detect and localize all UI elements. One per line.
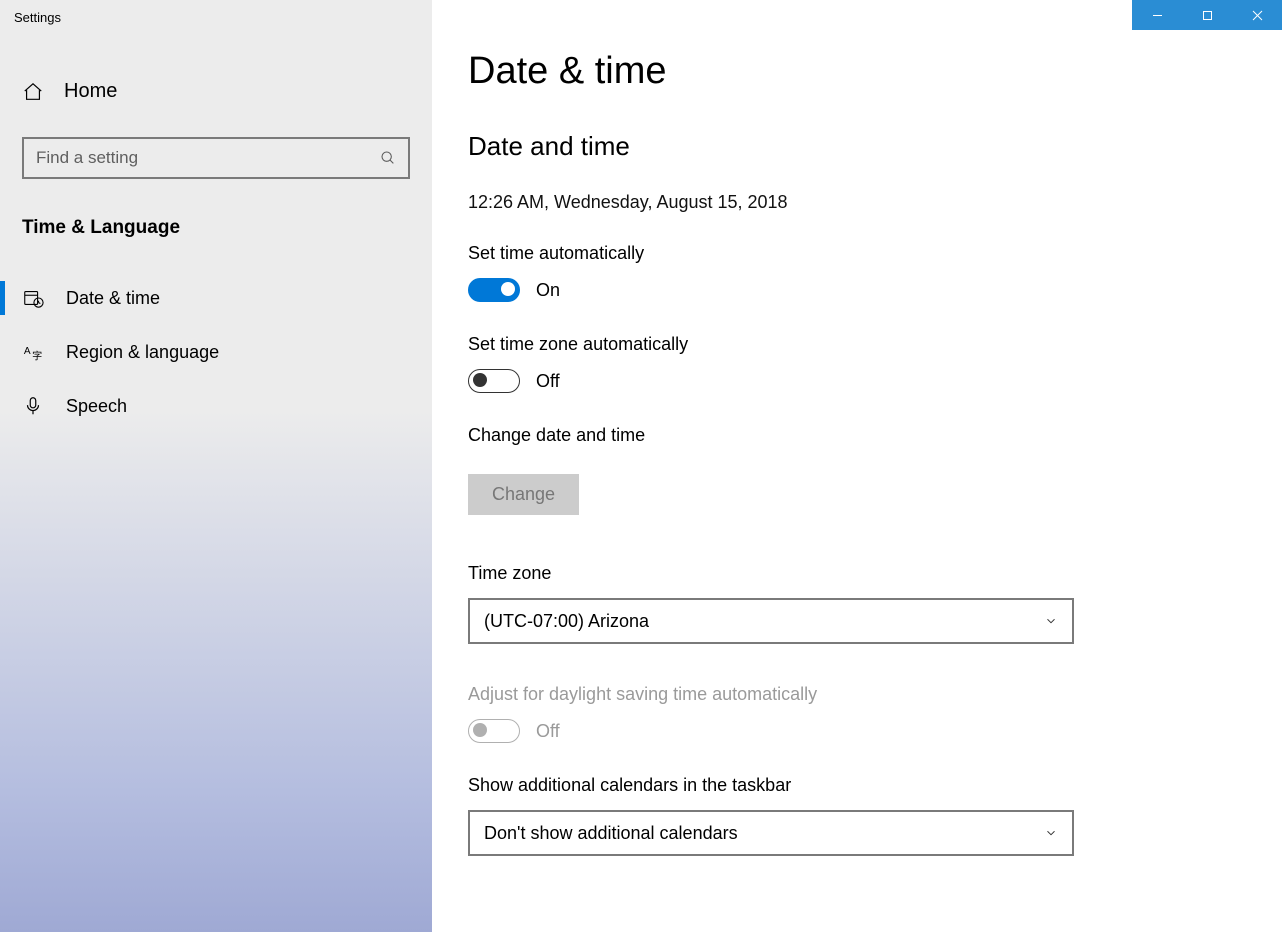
dst-label: Adjust for daylight saving time automati… — [468, 684, 1246, 705]
maximize-button[interactable] — [1182, 0, 1232, 30]
chevron-down-icon — [1044, 614, 1058, 628]
timezone-dropdown[interactable]: (UTC-07:00) Arizona — [468, 598, 1074, 644]
svg-text:字: 字 — [32, 349, 42, 362]
language-icon: A 字 — [22, 341, 44, 363]
sidebar-items: Date & time A 字 Region & language — [0, 271, 432, 433]
set-time-auto-block: Set time automatically On — [468, 243, 1246, 302]
set-tz-auto-state: Off — [536, 371, 560, 392]
extra-calendar-block: Show additional calendars in the taskbar… — [468, 775, 1246, 856]
svg-text:A: A — [24, 346, 31, 357]
dst-state: Off — [536, 721, 560, 742]
timezone-selected: (UTC-07:00) Arizona — [484, 611, 649, 632]
minimize-button[interactable] — [1132, 0, 1182, 30]
search-input-container[interactable] — [22, 137, 410, 179]
extra-calendar-dropdown[interactable]: Don't show additional calendars — [468, 810, 1074, 856]
set-time-auto-toggle[interactable] — [468, 278, 520, 302]
main-content: Date & time Date and time 12:26 AM, Wedn… — [432, 0, 1282, 932]
calendar-clock-icon — [22, 287, 44, 309]
home-label: Home — [64, 80, 117, 103]
app-title: Settings — [0, 0, 432, 34]
close-button[interactable] — [1232, 0, 1282, 30]
set-tz-auto-toggle[interactable] — [468, 369, 520, 393]
sidebar-item-region-language[interactable]: A 字 Region & language — [0, 325, 432, 379]
microphone-icon — [22, 395, 44, 417]
extra-calendar-label: Show additional calendars in the taskbar — [468, 775, 1246, 796]
sidebar: Settings Home Time & Language — [0, 0, 432, 932]
dst-block: Adjust for daylight saving time automati… — [468, 684, 1246, 743]
sidebar-item-speech[interactable]: Speech — [0, 379, 432, 433]
change-datetime-block: Change date and time Change — [468, 425, 1246, 515]
timezone-block: Time zone (UTC-07:00) Arizona — [468, 563, 1246, 644]
set-tz-auto-block: Set time zone automatically Off — [468, 334, 1246, 393]
set-time-auto-label: Set time automatically — [468, 243, 1246, 264]
dst-toggle — [468, 719, 520, 743]
timezone-label: Time zone — [468, 563, 1246, 584]
section-heading: Date and time — [468, 131, 1246, 162]
extra-calendar-selected: Don't show additional calendars — [484, 823, 738, 844]
home-nav[interactable]: Home — [0, 70, 432, 115]
change-datetime-label: Change date and time — [468, 425, 1246, 446]
change-button: Change — [468, 474, 579, 515]
set-tz-auto-label: Set time zone automatically — [468, 334, 1246, 355]
search-icon — [380, 150, 396, 166]
current-datetime: 12:26 AM, Wednesday, August 15, 2018 — [468, 192, 1246, 213]
sidebar-section-title: Time & Language — [0, 217, 432, 239]
search-input[interactable] — [36, 148, 380, 168]
page-title: Date & time — [468, 50, 1246, 93]
sidebar-item-label: Region & language — [66, 342, 219, 363]
window-controls — [1132, 0, 1282, 30]
chevron-down-icon — [1044, 826, 1058, 840]
sidebar-item-label: Date & time — [66, 288, 160, 309]
sidebar-item-label: Speech — [66, 396, 127, 417]
home-icon — [22, 81, 44, 103]
set-time-auto-state: On — [536, 280, 560, 301]
sidebar-item-date-time[interactable]: Date & time — [0, 271, 432, 325]
